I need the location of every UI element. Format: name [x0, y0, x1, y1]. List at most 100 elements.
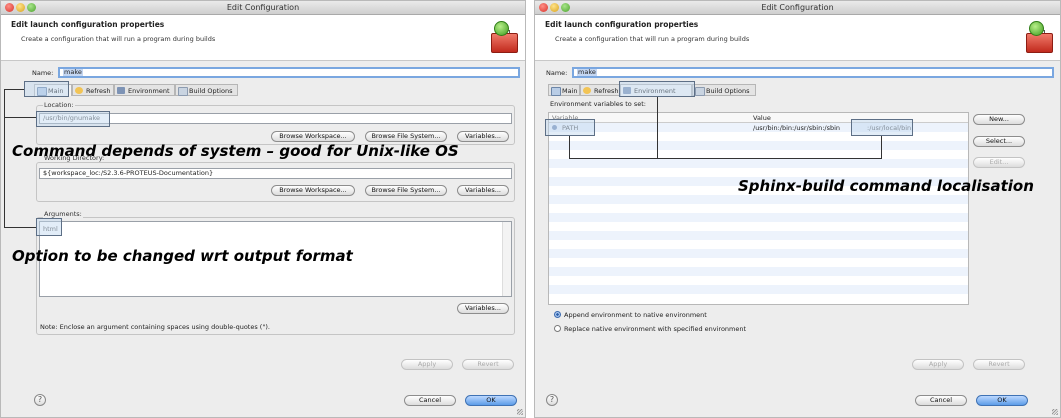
path-variable-highlight: [545, 119, 595, 136]
new-button[interactable]: New...: [973, 114, 1025, 125]
tab-build-options[interactable]: Build Options: [692, 84, 756, 96]
annotation-sphinx: Sphinx-build command localisation: [738, 177, 1034, 195]
empty-table-row: [549, 168, 968, 177]
arguments-highlight: [36, 218, 62, 236]
empty-table-row: [549, 141, 968, 150]
toolbox-icon: [1024, 21, 1054, 53]
empty-table-row: [549, 294, 968, 303]
append-env-label: Append environment to native environment: [564, 311, 707, 319]
main-tab-highlight: [24, 81, 69, 97]
revert-button[interactable]: Revert: [973, 359, 1025, 370]
title-bar: Edit Configuration: [1, 1, 525, 15]
leader-line: [4, 89, 24, 90]
leader-line: [657, 97, 658, 159]
build-options-tab-icon: [178, 87, 188, 96]
resize-grip-icon[interactable]: [517, 409, 523, 415]
col-value-header[interactable]: Value: [753, 114, 771, 122]
browse-workspace-button[interactable]: Browse Workspace...: [271, 131, 355, 142]
tab-main[interactable]: Main: [548, 84, 580, 96]
apply-button[interactable]: Apply: [401, 359, 453, 370]
replace-env-radio[interactable]: [554, 325, 561, 332]
tab-refresh[interactable]: Refresh: [580, 84, 620, 96]
banner-subtitle: Create a configuration that will run a p…: [555, 35, 750, 43]
tab-refresh-label: Refresh: [86, 87, 111, 95]
ok-button[interactable]: OK: [976, 395, 1028, 406]
environment-tab-icon: [117, 87, 125, 94]
arguments-scrollbar[interactable]: [502, 222, 511, 296]
tab-refresh-label: Refresh: [594, 87, 619, 95]
empty-table-row: [549, 213, 968, 222]
help-icon[interactable]: ?: [546, 394, 558, 406]
dialog-main-tab: Edit Configuration Edit launch configura…: [0, 0, 526, 418]
build-options-tab-icon: [695, 87, 705, 96]
refresh-tab-icon: [75, 87, 83, 94]
empty-table-row: [549, 231, 968, 240]
variables-button[interactable]: Variables...: [457, 131, 509, 142]
browse-filesystem-button-2[interactable]: Browse File System...: [365, 185, 447, 196]
toolbox-icon: [489, 21, 519, 53]
name-field[interactable]: make: [572, 67, 1054, 78]
empty-table-row: [549, 195, 968, 204]
leader-line: [4, 117, 36, 118]
tab-strip: Main Refresh Environment Build Options: [34, 84, 514, 96]
window-title: Edit Configuration: [761, 3, 834, 12]
browse-filesystem-button[interactable]: Browse File System...: [365, 131, 447, 142]
empty-table-row: [549, 204, 968, 213]
empty-table-row: [549, 249, 968, 258]
revert-button[interactable]: Revert: [462, 359, 514, 370]
name-label: Name:: [32, 69, 54, 77]
location-label: Location:: [43, 101, 75, 109]
name-value: make: [577, 68, 597, 76]
tab-build-options-label: Build Options: [189, 87, 233, 95]
name-field[interactable]: make: [58, 67, 520, 78]
cancel-button[interactable]: Cancel: [915, 395, 967, 406]
leader-line: [4, 89, 5, 227]
tab-build-options-label: Build Options: [706, 87, 750, 95]
ok-button[interactable]: OK: [465, 395, 517, 406]
empty-table-row: [549, 240, 968, 249]
dialog-banner: Edit launch configuration properties Cre…: [535, 15, 1060, 61]
dialog-environment-tab: Edit Configuration Edit launch configura…: [534, 0, 1061, 418]
empty-table-row: [549, 258, 968, 267]
select-button[interactable]: Select...: [973, 136, 1025, 147]
name-value: make: [63, 68, 83, 76]
leader-line: [4, 227, 36, 228]
main-tab-icon: [551, 87, 561, 96]
leader-line: [881, 136, 882, 159]
append-env-radio[interactable]: [554, 311, 561, 318]
edit-button[interactable]: Edit...: [973, 157, 1025, 168]
location-highlight: [36, 111, 110, 127]
replace-env-label: Replace native environment with specifie…: [564, 325, 747, 333]
name-label: Name:: [546, 69, 568, 77]
banner-heading: Edit launch configuration properties: [545, 20, 699, 29]
title-bar: Edit Configuration: [535, 1, 1060, 15]
leader-line: [569, 158, 881, 159]
env-row-value-prefix: /usr/bin:/bin:/usr/sbin:/sbin: [753, 124, 841, 132]
empty-table-row: [549, 285, 968, 294]
variables-button-2[interactable]: Variables...: [457, 185, 509, 196]
tab-refresh[interactable]: Refresh: [72, 84, 114, 96]
tab-environment-label: Environment: [128, 87, 170, 95]
browse-workspace-button-2[interactable]: Browse Workspace...: [271, 185, 355, 196]
banner-subtitle: Create a configuration that will run a p…: [21, 35, 216, 43]
empty-table-row: [549, 222, 968, 231]
variables-button-3[interactable]: Variables...: [457, 303, 509, 314]
usr-local-bin-highlight: [851, 119, 913, 136]
dialog-banner: Edit launch configuration properties Cre…: [1, 15, 525, 61]
resize-grip-icon[interactable]: [1052, 409, 1058, 415]
apply-button[interactable]: Apply: [912, 359, 964, 370]
banner-heading: Edit launch configuration properties: [11, 20, 165, 29]
tab-environment[interactable]: Environment: [114, 84, 175, 96]
tab-main-label: Main: [562, 87, 578, 95]
environment-tab-highlight: [619, 81, 695, 97]
cancel-button[interactable]: Cancel: [404, 395, 456, 406]
help-icon[interactable]: ?: [34, 394, 46, 406]
tab-build-options[interactable]: Build Options: [175, 84, 238, 96]
refresh-tab-icon: [583, 87, 591, 94]
annotation-option: Option to be changed wrt output format: [12, 247, 353, 265]
arguments-note: Note: Enclose an argument containing spa…: [40, 323, 270, 331]
env-variables-table[interactable]: Variable Value PATH /usr/bin:/bin:/usr/s…: [548, 112, 969, 305]
env-section-label: Environment variables to set:: [550, 100, 646, 108]
workdir-field[interactable]: ${workspace_loc:/S2.3.6-PROTEUS-Document…: [39, 168, 512, 179]
window-title: Edit Configuration: [226, 3, 300, 12]
